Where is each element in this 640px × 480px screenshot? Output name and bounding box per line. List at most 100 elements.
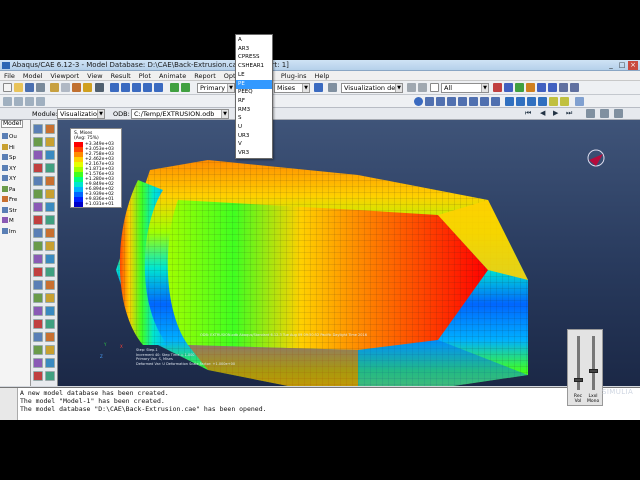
zoom-box-icon[interactable] <box>143 83 152 92</box>
toolbox-tool-icon[interactable] <box>33 319 43 329</box>
toolbox-tool-icon[interactable] <box>33 150 43 160</box>
render-hidden-icon[interactable] <box>527 97 536 106</box>
movie-icon[interactable] <box>600 109 609 118</box>
axis-icon[interactable] <box>575 97 584 106</box>
menu-result[interactable]: Result <box>107 71 135 80</box>
view-manager-icon[interactable] <box>328 83 337 92</box>
close-button[interactable]: × <box>628 61 638 70</box>
viewport-icon[interactable] <box>3 97 12 106</box>
toolbox-tool-icon[interactable] <box>33 215 43 225</box>
menu-report[interactable]: Report <box>190 71 220 80</box>
polygon-select-icon[interactable] <box>526 83 535 92</box>
menu-plot[interactable]: Plot <box>135 71 155 80</box>
toolbox-tool-icon[interactable] <box>33 137 43 147</box>
dropdown-option[interactable]: U <box>236 123 272 132</box>
toolbox-tool-icon[interactable] <box>45 137 55 147</box>
render-wire-icon[interactable] <box>516 97 525 106</box>
select-arrow-icon[interactable] <box>430 83 439 92</box>
last-frame-icon[interactable]: ⏭ <box>566 109 575 118</box>
toolbox-tool-icon[interactable] <box>33 124 43 134</box>
print-icon[interactable] <box>36 83 45 92</box>
invariant-select[interactable]: Mises ▼ <box>274 83 310 93</box>
right-slider-knob[interactable] <box>589 369 598 374</box>
viewport-icon[interactable] <box>14 97 23 106</box>
palette-icon[interactable] <box>407 83 416 92</box>
tab-model[interactable]: Model <box>1 120 23 128</box>
toolbox-tool-icon[interactable] <box>45 124 55 134</box>
toolbox-tool-icon[interactable] <box>33 189 43 199</box>
dropdown-option[interactable]: PEEQ <box>236 88 272 97</box>
menu-view[interactable]: View <box>83 71 106 80</box>
toolbox-tool-icon[interactable] <box>45 254 55 264</box>
query-icon[interactable] <box>61 83 70 92</box>
toolbox-tool-icon[interactable] <box>45 267 55 277</box>
parallel-icon[interactable] <box>560 97 569 106</box>
lock-icon[interactable] <box>95 83 104 92</box>
auto-fit-icon[interactable] <box>154 83 163 92</box>
output-position-select[interactable]: Primary ▼ <box>197 83 235 93</box>
toolbox-tool-icon[interactable] <box>45 293 55 303</box>
toolbox-tool-icon[interactable] <box>33 176 43 186</box>
options-icon[interactable] <box>537 83 546 92</box>
tree-item[interactable]: M <box>2 216 17 227</box>
tree-item[interactable]: Hi <box>2 143 17 154</box>
toolbox-tool-icon[interactable] <box>33 345 43 355</box>
toolbox-tool-icon[interactable] <box>45 228 55 238</box>
step-icon[interactable] <box>170 83 179 92</box>
dropdown-option[interactable]: AR3 <box>236 45 272 54</box>
toolbox-tool-icon[interactable] <box>33 267 43 277</box>
settings-icon[interactable] <box>614 109 623 118</box>
menu-model[interactable]: Model <box>19 71 47 80</box>
toolbox-tool-icon[interactable] <box>45 306 55 316</box>
odb-select[interactable]: C:/Temp/EXTRUSION.odb ▼ <box>131 109 229 119</box>
overlay-icon[interactable] <box>559 83 568 92</box>
toolbox-tool-icon[interactable] <box>33 254 43 264</box>
options2-icon[interactable] <box>548 83 557 92</box>
view-left-icon[interactable] <box>469 97 478 106</box>
filter-select[interactable]: All ▼ <box>441 83 489 93</box>
render-shaded-icon[interactable] <box>505 97 514 106</box>
dropdown-option[interactable]: RF <box>236 97 272 106</box>
toolbox-tool-icon[interactable] <box>33 293 43 303</box>
toolbox-tool-icon[interactable] <box>33 332 43 342</box>
toolbox-tool-icon[interactable] <box>45 150 55 160</box>
dropdown-option[interactable]: CPRESS <box>236 53 272 62</box>
selection-tool-icon[interactable] <box>493 83 502 92</box>
prev-frame-icon[interactable]: ◀ <box>540 109 549 118</box>
viewport-icon[interactable] <box>36 97 45 106</box>
toolbox-tool-icon[interactable] <box>45 202 55 212</box>
new-icon[interactable] <box>3 83 12 92</box>
save-icon[interactable] <box>25 83 34 92</box>
box-select-icon[interactable] <box>504 83 513 92</box>
tree-item[interactable]: XY <box>2 164 17 175</box>
dropdown-option[interactable]: S <box>236 114 272 123</box>
open-icon[interactable] <box>14 83 23 92</box>
viewport[interactable]: S, Mises (Avg: 75%) +3.349e+03 +3.053e+03… <box>58 120 640 386</box>
view-front-icon[interactable] <box>425 97 434 106</box>
left-slider-knob[interactable] <box>574 378 583 383</box>
view-top-icon[interactable] <box>447 97 456 106</box>
pick-icon[interactable] <box>50 83 59 92</box>
field-variable-dropdown[interactable]: A AR3 CPRESS CSHEAR1 LE PE PEEQ RF RM3 S U UR3 V VR3 <box>235 34 273 159</box>
toolbox-tool-icon[interactable] <box>45 358 55 368</box>
dropdown-option[interactable]: CSHEAR1 <box>236 62 272 71</box>
toolbox-tool-icon[interactable] <box>45 319 55 329</box>
toolbox-tool-icon[interactable] <box>33 163 43 173</box>
first-frame-icon[interactable]: ⏮ <box>525 109 534 118</box>
pan-icon[interactable] <box>110 83 119 92</box>
fit-icon[interactable] <box>72 83 81 92</box>
tree-item[interactable]: Pa <box>2 185 17 196</box>
maximize-button[interactable]: □ <box>617 61 627 70</box>
tree-item[interactable]: Str <box>2 206 17 217</box>
dropdown-option[interactable]: A <box>236 36 272 45</box>
toolbox-tool-icon[interactable] <box>33 241 43 251</box>
toolbox-tool-icon[interactable] <box>33 358 43 368</box>
toolbox-tool-icon[interactable] <box>45 241 55 251</box>
menu-viewport[interactable]: Viewport <box>46 71 83 80</box>
toolbox-tool-icon[interactable] <box>45 345 55 355</box>
dropdown-option[interactable]: LE <box>236 71 272 80</box>
frame-icon[interactable] <box>181 83 190 92</box>
tree-item[interactable]: Fre <box>2 195 17 206</box>
magnify-icon[interactable] <box>132 83 141 92</box>
right-slider-track[interactable] <box>592 336 595 390</box>
